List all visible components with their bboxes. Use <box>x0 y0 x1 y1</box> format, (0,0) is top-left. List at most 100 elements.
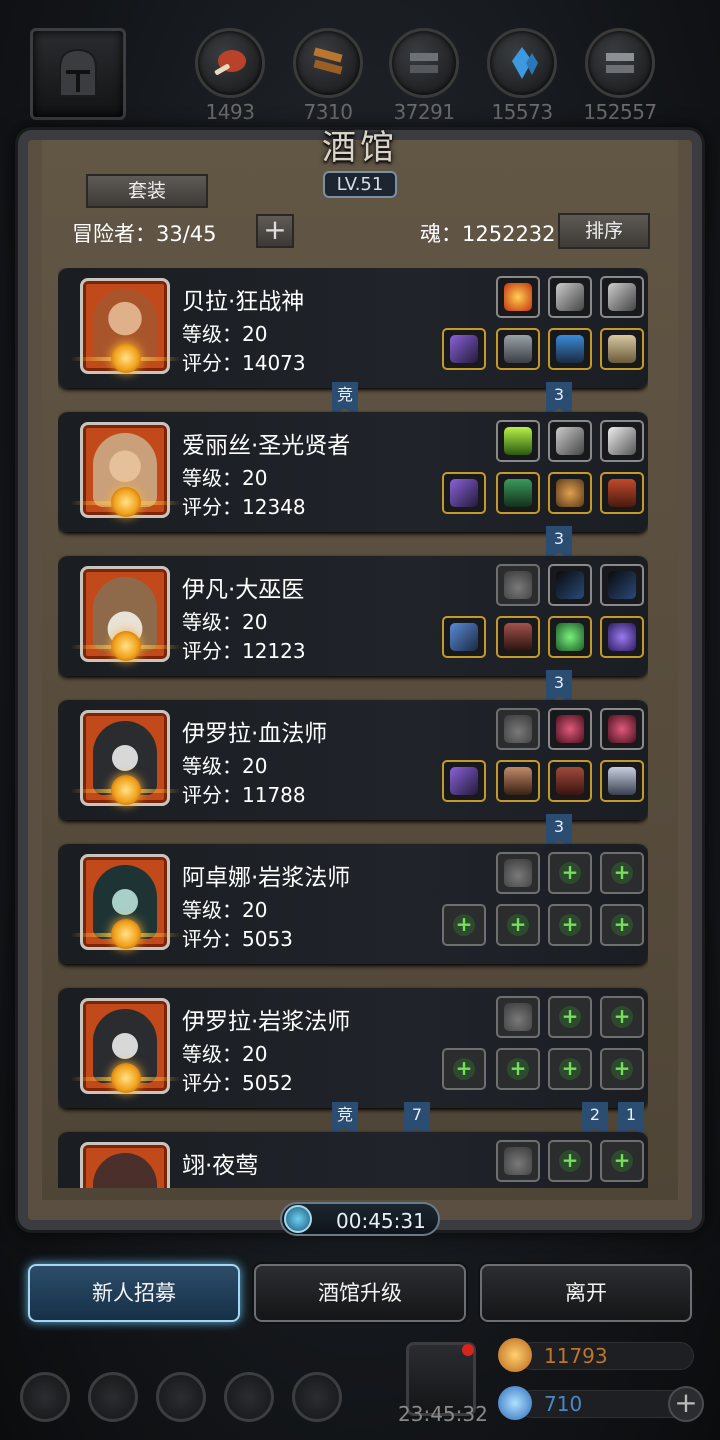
ring-icon[interactable] <box>600 328 644 370</box>
hero-card[interactable]: 伊罗拉·血法师 等级：20 评分：11788 <box>58 700 648 820</box>
hero-portrait[interactable] <box>80 1142 170 1188</box>
recruit-button[interactable]: 新人招募 <box>28 1264 240 1322</box>
hero-name: 伊凡·大巫医 <box>182 577 305 603</box>
orb-icon[interactable] <box>548 472 592 514</box>
add-armor-icon[interactable]: + <box>496 904 540 946</box>
hero-name: 爱丽丝·圣光贤者 <box>182 433 351 459</box>
star-ribbon: 3 <box>546 814 572 848</box>
skill-bow-icon[interactable] <box>600 564 644 606</box>
add-skill-icon[interactable]: + <box>548 1140 592 1182</box>
armor-icon[interactable] <box>496 472 540 514</box>
rank-emblem-icon <box>111 343 141 373</box>
add-accessory-icon[interactable]: + <box>548 904 592 946</box>
hero-card[interactable]: 爱丽丝·圣光贤者 等级：20 评分：12348 <box>58 412 648 532</box>
weapon-staff-icon[interactable] <box>442 760 486 802</box>
armor-icon[interactable] <box>496 616 540 658</box>
add-ring-icon[interactable]: + <box>600 1048 644 1090</box>
hero-list[interactable]: 贝拉·狂战神 等级：20 评分：14073 竞 3 爱丽丝·圣光贤者 等级：20… <box>58 268 648 1188</box>
hero-level: 等级：20 <box>182 1042 268 1066</box>
empty-skill-slot-icon[interactable] <box>496 996 540 1038</box>
skill-sword-icon[interactable] <box>548 420 592 462</box>
star-badge-icon[interactable] <box>88 1372 138 1422</box>
empty-skill-slot-icon[interactable] <box>496 564 540 606</box>
refresh-timer: 00:45:31 <box>280 1202 440 1236</box>
skill-blade-icon[interactable] <box>600 420 644 462</box>
add-skill-icon[interactable]: + <box>600 852 644 894</box>
hero-level: 等级：20 <box>182 898 268 922</box>
star-ribbon: 3 <box>546 526 572 560</box>
empty-skill-slot-icon[interactable] <box>496 1140 540 1182</box>
hero-portrait[interactable] <box>71 422 181 518</box>
hero-name: 阿卓娜·岩浆法师 <box>182 865 351 891</box>
leave-button[interactable]: 离开 <box>480 1264 692 1322</box>
armor-icon[interactable] <box>496 760 540 802</box>
resource-meat[interactable]: 1493 <box>190 28 270 124</box>
gift-timer: 23:45:32 <box>398 1402 488 1426</box>
suit-button[interactable]: 套装 <box>86 174 208 208</box>
gem-icon[interactable] <box>548 616 592 658</box>
add-currency-button[interactable]: + <box>668 1386 704 1422</box>
helmet-icon <box>59 48 97 97</box>
mail-icon[interactable] <box>224 1372 274 1422</box>
add-ring-icon[interactable]: + <box>600 904 644 946</box>
hero-card[interactable]: 贝拉·狂战神 等级：20 评分：14073 <box>58 268 648 388</box>
add-accessory-icon[interactable]: + <box>548 1048 592 1090</box>
add-skill-icon[interactable]: + <box>548 852 592 894</box>
skill-sword-icon[interactable] <box>548 276 592 318</box>
resource-bar: 1493 7310 37291 15573 152557 <box>0 0 720 130</box>
resource-wood[interactable]: 7310 <box>288 28 368 124</box>
skill-sword-icon[interactable] <box>600 276 644 318</box>
ring-icon[interactable] <box>600 616 644 658</box>
add-armor-icon[interactable]: + <box>496 1048 540 1090</box>
hero-portrait[interactable] <box>71 854 181 950</box>
book-icon[interactable] <box>548 760 592 802</box>
boots-icon[interactable] <box>600 472 644 514</box>
add-skill-icon[interactable]: + <box>600 996 644 1038</box>
skill-horn-icon[interactable] <box>548 708 592 750</box>
hero-name: 翊·夜莺 <box>182 1153 259 1179</box>
empty-skill-slot-icon[interactable] <box>496 852 540 894</box>
expand-slots-button[interactable]: + <box>256 214 294 248</box>
empty-skill-slot-icon[interactable] <box>496 708 540 750</box>
notification-dot <box>462 1344 474 1356</box>
rank-emblem-icon <box>111 919 141 949</box>
sort-button[interactable]: 排序 <box>558 213 650 249</box>
resource-crystal[interactable]: 15573 <box>482 28 562 124</box>
gloves-icon[interactable] <box>548 328 592 370</box>
hero-score: 评分：5053 <box>182 927 293 951</box>
hero-card[interactable]: 伊罗拉·岩浆法师 等级：20 评分：5052 + + + + + + <box>58 988 648 1108</box>
settings-gear-icon[interactable] <box>20 1372 70 1422</box>
skill-bow-icon[interactable] <box>548 564 592 606</box>
arena-ribbon: 竞 <box>332 382 358 416</box>
hero-portrait[interactable] <box>71 566 181 662</box>
hero-card[interactable]: 翊·夜莺 + + <box>58 1132 648 1188</box>
shield-icon[interactable] <box>292 1372 342 1422</box>
weapon-staff-icon[interactable] <box>442 328 486 370</box>
add-weapon-icon[interactable]: + <box>442 1048 486 1090</box>
resource-silver[interactable]: 152557 <box>580 28 660 124</box>
armor-icon[interactable] <box>496 328 540 370</box>
add-skill-icon[interactable]: + <box>600 1140 644 1182</box>
add-weapon-icon[interactable]: + <box>442 904 486 946</box>
hero-portrait[interactable] <box>71 998 181 1094</box>
weapon-staff-icon[interactable] <box>442 616 486 658</box>
hero-card[interactable]: 阿卓娜·岩浆法师 等级：20 评分：5053 + + + + + + <box>58 844 648 964</box>
hero-card[interactable]: 伊凡·大巫医 等级：20 评分：12123 <box>58 556 648 676</box>
player-avatar[interactable] <box>30 28 126 120</box>
dagger-icon[interactable] <box>600 760 644 802</box>
hero-portrait[interactable] <box>71 278 181 374</box>
iron-icon <box>410 53 438 73</box>
upgrade-tavern-button[interactable]: 酒馆升级 <box>254 1264 466 1322</box>
add-skill-icon[interactable]: + <box>548 996 592 1038</box>
rank-icon[interactable] <box>156 1372 206 1422</box>
hero-name: 伊罗拉·血法师 <box>182 721 328 747</box>
skill-fire-icon[interactable] <box>496 276 540 318</box>
hero-portrait[interactable] <box>71 710 181 806</box>
skill-totem-icon[interactable] <box>496 420 540 462</box>
hero-score: 评分：11788 <box>182 783 306 807</box>
crystal-icon <box>512 47 538 79</box>
resource-iron[interactable]: 37291 <box>384 28 464 124</box>
weapon-staff-icon[interactable] <box>442 472 486 514</box>
diamond-icon <box>498 1386 532 1420</box>
skill-horn-icon[interactable] <box>600 708 644 750</box>
